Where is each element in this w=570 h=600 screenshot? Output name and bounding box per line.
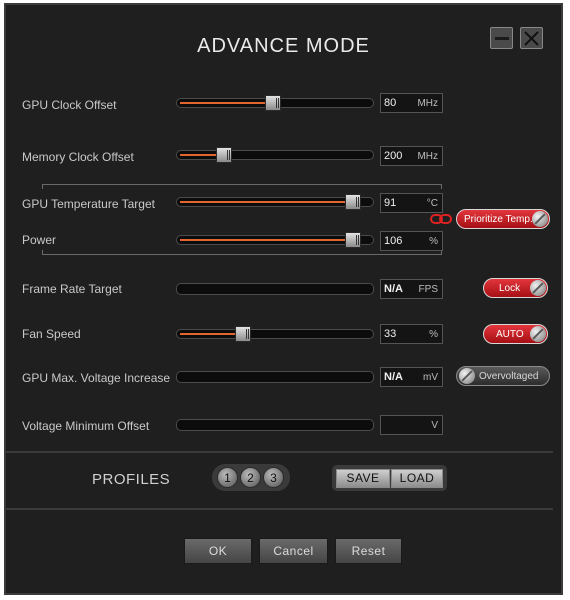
profile-slot-3-button[interactable]: 3 (263, 467, 284, 488)
slider-fill (180, 333, 243, 335)
toggle-knob (532, 211, 548, 227)
ok-button[interactable]: OK (184, 538, 252, 564)
profiles-label: PROFILES (92, 471, 171, 488)
gpu-temperature-target-slider[interactable] (176, 194, 374, 210)
frame-rate-lock-label: Lock (499, 283, 521, 294)
save-button[interactable]: SAVE (336, 469, 390, 488)
voltage-minimum-offset-field[interactable]: V (380, 415, 443, 435)
profile-slot-1-button[interactable]: 1 (217, 467, 238, 488)
slider-thumb[interactable] (344, 232, 361, 248)
gpu-clock-offset-value: 80 (384, 97, 397, 109)
gpu-clock-offset-field[interactable]: 80 MHz (380, 93, 443, 113)
memory-clock-offset-label: Memory Clock Offset (22, 150, 134, 164)
memory-clock-offset-unit: MHz (417, 151, 438, 162)
gpu-clock-offset-label: GPU Clock Offset (22, 98, 117, 112)
gpu-max-voltage-increase-unit: mV (423, 372, 438, 383)
slider-fill (180, 239, 353, 241)
toggle-knob (530, 326, 546, 342)
slider-thumb[interactable] (344, 194, 361, 210)
frame-rate-target-unit: FPS (418, 284, 438, 295)
gpu-clock-offset-unit: MHz (417, 98, 438, 109)
gpu-clock-offset-slider[interactable] (176, 95, 374, 111)
frame-rate-target-slider[interactable] (176, 283, 374, 295)
toggle-knob (459, 368, 475, 384)
gpu-max-voltage-increase-value: N/A (384, 371, 403, 383)
gpu-temperature-target-label: GPU Temperature Target (22, 197, 155, 211)
frame-rate-target-value: N/A (384, 283, 403, 295)
advance-mode-window: ADVANCE MODE (4, 3, 563, 595)
memory-clock-offset-slider[interactable] (176, 147, 374, 163)
power-field[interactable]: 106 % (380, 231, 443, 251)
load-button[interactable]: LOAD (391, 469, 443, 488)
window-title: ADVANCE MODE (197, 35, 370, 57)
gpu-max-voltage-increase-field[interactable]: N/A mV (380, 367, 443, 387)
overvoltaged-label: Overvoltaged (479, 371, 539, 382)
gpu-max-voltage-increase-slider[interactable] (176, 371, 374, 383)
voltage-minimum-offset-unit: V (431, 420, 438, 431)
gpu-max-voltage-increase-label: GPU Max. Voltage Increase (22, 371, 171, 385)
link-chain-icon[interactable] (430, 213, 452, 225)
link-bracket-top (42, 184, 442, 189)
memory-clock-offset-value: 200 (384, 150, 403, 162)
reset-button[interactable]: Reset (335, 538, 402, 564)
voltage-minimum-offset-slider[interactable] (176, 419, 374, 431)
toggle-knob (530, 280, 546, 296)
fan-speed-slider[interactable] (176, 326, 374, 342)
slider-thumb[interactable] (234, 326, 251, 342)
prioritize-temp-toggle[interactable]: Prioritize Temp. (456, 209, 550, 229)
memory-clock-offset-field[interactable]: 200 MHz (380, 146, 443, 166)
gpu-temperature-target-value: 91 (384, 197, 397, 209)
cancel-button[interactable]: Cancel (259, 538, 328, 564)
overvoltaged-toggle[interactable]: Overvoltaged (456, 366, 550, 386)
slider-thumb[interactable] (215, 147, 232, 163)
minimize-button[interactable] (490, 27, 513, 49)
power-label: Power (22, 233, 57, 247)
frame-rate-target-label: Frame Rate Target (22, 282, 122, 296)
frame-rate-lock-toggle[interactable]: Lock (483, 278, 548, 298)
slider-thumb[interactable] (265, 95, 282, 111)
slider-fill (180, 201, 353, 203)
gpu-temperature-target-field[interactable]: 91 °C (380, 193, 443, 213)
slider-fill (180, 102, 274, 104)
gpu-temperature-target-unit: °C (426, 198, 438, 209)
profile-slot-2-button[interactable]: 2 (240, 467, 261, 488)
power-unit: % (429, 236, 438, 247)
fan-speed-field[interactable]: 33 % (380, 324, 443, 344)
close-icon (524, 31, 539, 46)
minimize-icon (495, 37, 509, 40)
fan-auto-toggle[interactable]: AUTO (483, 324, 548, 344)
separator (6, 508, 553, 510)
fan-auto-label: AUTO (496, 329, 524, 340)
power-value: 106 (384, 235, 403, 247)
fan-speed-label: Fan Speed (22, 327, 81, 341)
close-button[interactable] (520, 27, 543, 49)
prioritize-temp-label: Prioritize Temp. (464, 214, 533, 225)
fan-speed-value: 33 (384, 328, 397, 340)
separator (6, 451, 553, 453)
power-slider[interactable] (176, 232, 374, 248)
frame-rate-target-field[interactable]: N/A FPS (380, 279, 443, 299)
fan-speed-unit: % (429, 329, 438, 340)
voltage-minimum-offset-label: Voltage Minimum Offset (22, 419, 150, 433)
